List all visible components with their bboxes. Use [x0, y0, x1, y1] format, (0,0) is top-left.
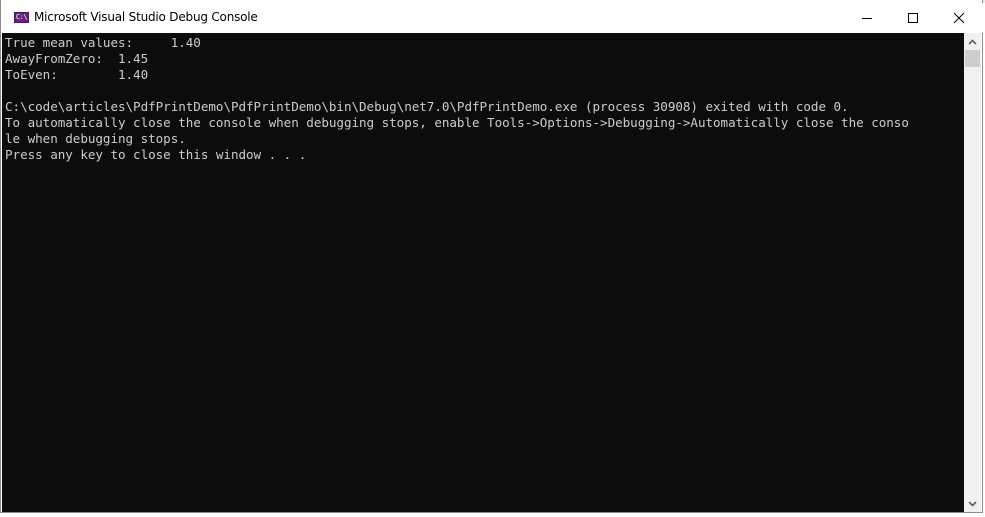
- minimize-icon: [862, 18, 872, 19]
- debug-console-window: C:\ Microsoft Visual Studio Debug Consol…: [0, 0, 984, 513]
- console-line: AwayFromZero: 1.45: [5, 51, 149, 66]
- console-text: True mean values: 1.40 AwayFromZero: 1.4…: [2, 33, 964, 163]
- maximize-button[interactable]: [890, 3, 936, 33]
- chevron-down-icon: [968, 500, 977, 507]
- background-strip-bottom: [0, 513, 985, 517]
- console-line: le when debugging stops.: [5, 131, 186, 146]
- console-line: To automatically close the console when …: [5, 115, 909, 130]
- close-icon: [953, 12, 965, 24]
- console-line: ToEven: 1.40: [5, 67, 149, 82]
- console-app-icon: C:\: [14, 12, 29, 23]
- console-line: Press any key to close this window . . .: [5, 147, 307, 162]
- chevron-up-icon: [968, 38, 977, 45]
- scrollbar-thumb[interactable]: [965, 50, 980, 67]
- scroll-up-button[interactable]: [964, 33, 981, 50]
- minimize-button[interactable]: [844, 3, 890, 33]
- close-button[interactable]: [936, 3, 982, 33]
- vertical-scrollbar[interactable]: [964, 33, 981, 512]
- window-title: Microsoft Visual Studio Debug Console: [34, 10, 258, 24]
- console-line: True mean values: 1.40: [5, 35, 201, 50]
- title-bar[interactable]: C:\ Microsoft Visual Studio Debug Consol…: [1, 3, 984, 33]
- scroll-down-button[interactable]: [964, 495, 981, 512]
- console-line: C:\code\articles\PdfPrintDemo\PdfPrintDe…: [5, 99, 849, 114]
- maximize-icon: [908, 13, 918, 23]
- console-output[interactable]: True mean values: 1.40 AwayFromZero: 1.4…: [2, 33, 964, 512]
